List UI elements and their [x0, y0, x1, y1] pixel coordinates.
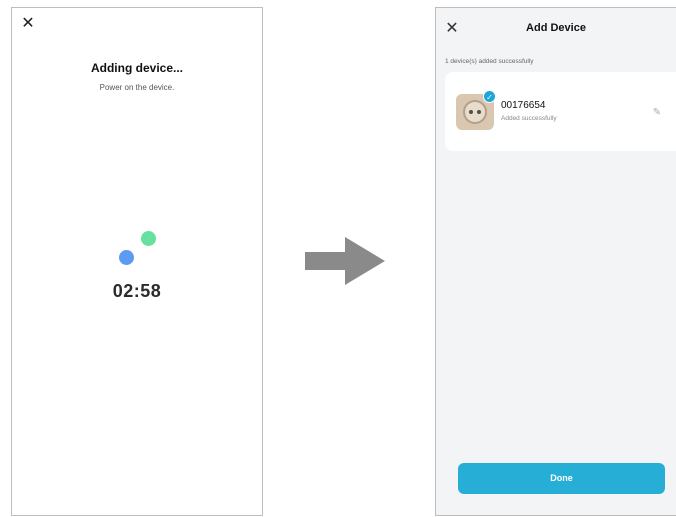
instruction-text: Power on the device.	[99, 83, 175, 92]
loading-dot-blue	[119, 250, 134, 265]
adding-device-screen: ✕ Adding device... Power on the device. …	[11, 7, 263, 516]
page-title: Adding device...	[90, 61, 183, 75]
page-title: Add Device	[526, 22, 586, 34]
countdown-timer: 02:58	[112, 281, 162, 301]
loading-dot-green	[141, 231, 156, 246]
socket-shape	[463, 100, 487, 124]
arrow-right-icon	[305, 237, 385, 285]
edit-icon[interactable]: ✎	[651, 107, 663, 119]
close-icon[interactable]: ✕	[20, 16, 36, 32]
check-icon: ✓	[483, 90, 496, 103]
added-count-text: 1 device(s) added successfully	[445, 58, 534, 65]
device-list-item[interactable]: ✓ 00176654 Added successfully ✎	[445, 72, 676, 151]
device-status: Added successfully	[501, 115, 557, 122]
add-device-screen: ✕ Add Device 1 device(s) added successfu…	[435, 7, 676, 516]
done-button[interactable]: Done	[458, 463, 665, 494]
device-name: 00176654	[501, 100, 546, 111]
